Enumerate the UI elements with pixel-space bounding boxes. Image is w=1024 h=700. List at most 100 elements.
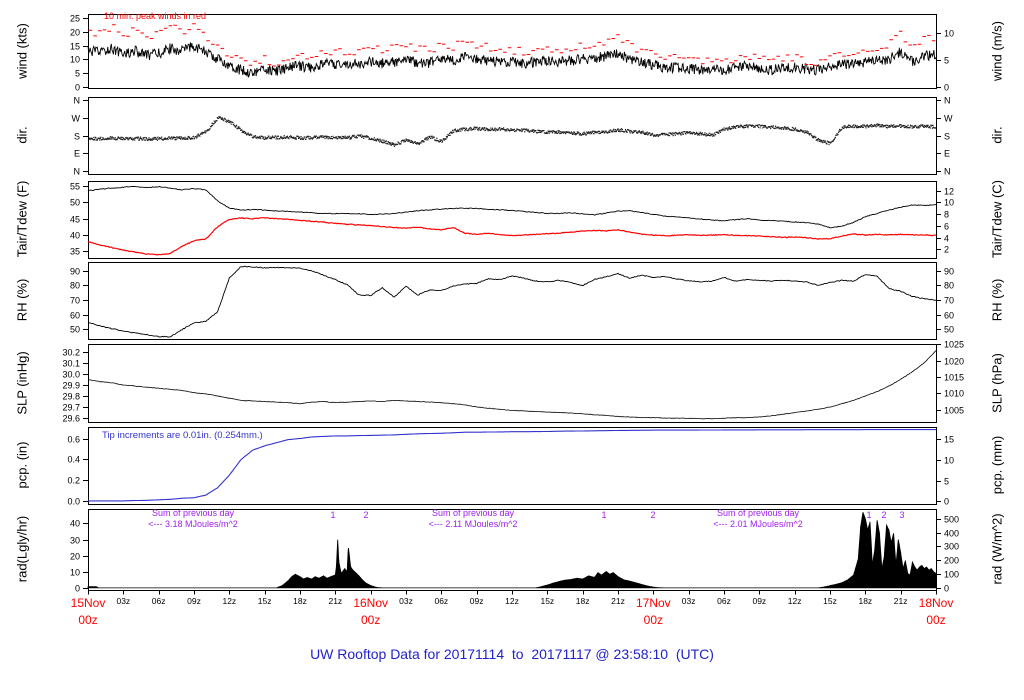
series-rh_pct [87,265,937,338]
rad-digit-marker: 3 [899,510,904,520]
tick-label-wind-right: 0 [944,83,949,93]
tick-label-wind-left: 15 [70,42,80,52]
tick-label-rh-right: 50 [944,325,954,335]
panel-rh: 50 60 70 80 90 50 60 70 80 90 [70,262,954,340]
time-tick-label: 09z [470,596,484,606]
tick-label-temp-left: 40 [70,231,80,241]
tick-label-rh-right: 60 [944,311,954,321]
time-tick-label: 12z [788,596,802,606]
tick-label-rh-right: 90 [944,267,954,277]
tick-label-rad-right: 100 [944,570,959,580]
tick-label-temp-left: 50 [70,198,80,208]
tick-label-rh-left: 90 [70,267,80,277]
tick-label-wind-left: 20 [70,28,80,38]
tick-label-wind-right: 10 [944,29,954,39]
date-label: 16Nov [353,596,388,610]
panel-dir: NWSENNWSEN [72,96,954,177]
tick-label-rh-left: 70 [70,296,80,306]
tick-label-rh-right: 80 [944,281,954,291]
tick-label-rad-left: 20 [70,552,80,562]
tick-label-slp-right: 1010 [944,389,964,399]
axis-title-rad-right: rad (W/m^2) [989,513,1005,585]
tick-label-dir-right: N [944,96,951,106]
time-tick-label: 09z [187,596,201,606]
rad-digit-marker: 2 [881,510,886,520]
time-tick-label: 09z [752,596,766,606]
rad-digit-marker: 1 [330,510,335,520]
time-tick-label: 03z [116,596,130,606]
date-label-00z: 00z [644,613,663,627]
tick-label-rad-left: 30 [70,536,80,546]
tick-label-wind-left: 0 [75,83,80,93]
tick-label-pcp-left: 0.0 [67,497,80,507]
tick-label-rad-right: 500 [944,515,959,525]
tick-label-rh-left: 60 [70,311,80,321]
tick-label-wind-right: 5 [944,56,949,66]
tick-label-dir-left: E [74,149,80,159]
tick-label-temp-right: 8 [944,210,949,220]
time-tick-label: 06z [152,596,166,606]
panel-slp: 29.629.729.829.930.030.130.2 1005 1010 1015… [62,340,964,424]
tip-increment-note: Tip increments are 0.01in. (0.254mm.) [102,430,263,441]
tick-label-temp-right: 2 [944,245,949,255]
rad-digit-marker: 1 [866,510,871,520]
tick-label-wind-left: 25 [70,14,80,24]
rad-sum-note-day3-line1: Sum of previous day [716,508,800,518]
tick-label-dir-right: W [944,114,953,124]
series-wind_10min_kts [87,42,937,78]
tick-label-rad-right: 300 [944,542,959,552]
time-tick-label: 06z [717,596,731,606]
series-tdew_f [87,217,937,256]
page-title: UW Rooftop Data for 20171114 to 20171117… [310,646,714,662]
tick-label-pcp-right: 5 [944,477,949,487]
time-tick-label: 21z [328,596,342,606]
series-slp_inhg [87,350,937,420]
tick-label-slp-left: 29.8 [62,392,80,402]
time-tick-label: 21z [894,596,908,606]
tick-label-dir-left: S [74,132,80,142]
tick-label-slp-right: 1005 [944,406,964,416]
time-tick-label: 18z [858,596,872,606]
axis-title-slp-right: SLP (hPa) [989,353,1005,413]
rad-digit-marker: 2 [650,510,655,520]
axis-title-rh-right: RH (%) [989,278,1005,322]
tick-label-dir-right: S [944,132,950,142]
tick-label-pcp-left: 0.2 [67,476,80,486]
peak-wind-legend-note: 10 min. peak winds in red [104,11,207,21]
series-wind_direction_deg [88,115,937,147]
date-label: 17Nov [636,596,671,610]
date-label-00z: 00z [361,613,380,627]
tick-label-pcp-right: 10 [944,456,954,466]
tick-label-pcp-right: 15 [944,435,954,445]
time-tick-label: 03z [399,596,413,606]
axis-title-temp-right: Tair/Tdew (C) [989,179,1005,259]
tick-label-rad-right: 400 [944,529,959,539]
tick-label-temp-right: 4 [944,234,949,244]
tick-label-rh-left: 50 [70,325,80,335]
date-label: 15Nov [71,596,106,610]
time-tick-label: 15z [258,596,272,606]
axis-title-dir-left: dir. [14,126,30,144]
axis-title-temp-left: Tair/Tdew (F) [14,180,30,258]
tick-label-pcp-left: 0.4 [67,455,80,465]
time-tick-label: 12z [505,596,519,606]
meteogram-page: 0 5 10 15 20 25 0 5 10 N W S E N N W S E N 35 40 45 50 55 2 4 6 8 10… [0,0,1024,700]
tick-label-slp-right: 1020 [944,357,964,367]
tick-label-slp-left: 29.6 [62,414,80,424]
rad-sum-note-day3-line2: <--- 2.01 MJoules/m^2 [713,518,803,529]
tick-label-rad-left: 0 [75,584,80,594]
time-tick-label: 06z [434,596,448,606]
tick-label-dir-left: W [72,114,81,124]
tick-label-temp-right: 10 [944,198,954,208]
tick-label-dir-right: N [944,167,951,177]
axis-title-wind-left: wind (kts) [14,23,30,79]
tick-label-wind-left: 5 [75,69,80,79]
tick-label-slp-left: 30.2 [62,348,80,358]
axis-title-wind-right: wind (m/s) [989,21,1005,81]
tick-label-dir-left: N [74,167,81,177]
tick-label-slp-right: 1015 [944,373,964,383]
tick-label-pcp-left: 0.6 [67,435,80,445]
rad-sum-note-day1-line2: <--- 3.18 MJoules/m^2 [148,518,238,529]
axis-title-slp-left: SLP (inHg) [14,351,30,415]
time-tick-label: 21z [611,596,625,606]
